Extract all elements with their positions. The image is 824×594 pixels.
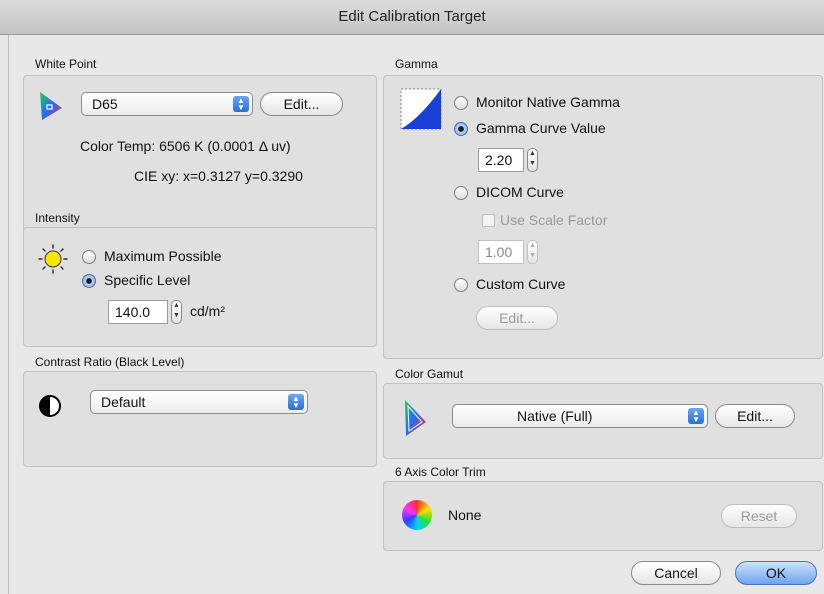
popup-arrows-icon: ▲ ▼ bbox=[688, 408, 704, 424]
dialog-body: White Point D65 ▲ ▼ Edit... Color Temp: 6… bbox=[8, 35, 824, 594]
intensity-group: Maximum Possible Specific Level 140.0 ▲ ▼… bbox=[23, 227, 377, 347]
contrast-icon bbox=[39, 395, 61, 417]
cie-xy-text: CIE xy: x=0.3127 y=0.3290 bbox=[134, 168, 303, 184]
color-temp-text: Color Temp: 6506 K (0.0001 Δ uv) bbox=[80, 138, 291, 154]
gamma-custom-radio[interactable] bbox=[454, 278, 468, 292]
white-point-value: D65 bbox=[92, 96, 118, 112]
color-trim-value: None bbox=[448, 507, 482, 523]
color-trim-reset-button[interactable]: Reset bbox=[721, 504, 797, 528]
color-gamut-edit-button[interactable]: Edit... bbox=[715, 404, 795, 428]
intensity-label: Intensity bbox=[35, 211, 80, 225]
popup-arrows-icon: ▲ ▼ bbox=[233, 96, 249, 112]
color-gamut-select[interactable]: Native (Full) ▲ ▼ bbox=[452, 404, 708, 428]
window-title: Edit Calibration Target bbox=[0, 0, 824, 35]
gamma-label: Gamma bbox=[395, 57, 438, 71]
color-trim-label: 6 Axis Color Trim bbox=[395, 465, 486, 479]
intensity-max-label: Maximum Possible bbox=[104, 248, 222, 264]
color-triangle-icon bbox=[40, 92, 62, 120]
color-gamut-group: Native (Full) ▲ ▼ Edit... bbox=[383, 383, 823, 459]
ok-button[interactable]: OK bbox=[735, 561, 817, 585]
white-point-label: White Point bbox=[35, 57, 97, 71]
cancel-button[interactable]: Cancel bbox=[631, 561, 721, 585]
gamma-custom-edit-button[interactable]: Edit... bbox=[476, 306, 558, 330]
intensity-max-radio[interactable] bbox=[82, 250, 96, 264]
white-point-group: D65 ▲ ▼ Edit... Color Temp: 6506 K (0.000… bbox=[23, 75, 377, 233]
gamma-value-field[interactable]: 2.20 bbox=[478, 148, 524, 172]
intensity-specific-radio[interactable] bbox=[82, 274, 96, 288]
color-gamut-value: Native (Full) bbox=[517, 408, 593, 424]
gamma-dicom-radio[interactable] bbox=[454, 186, 468, 200]
color-trim-group: None Reset bbox=[383, 481, 823, 551]
use-scale-factor-label: Use Scale Factor bbox=[500, 212, 608, 228]
intensity-unit: cd/m² bbox=[190, 303, 225, 319]
gamma-native-radio[interactable] bbox=[454, 96, 468, 110]
gamma-curve-value-radio[interactable] bbox=[454, 122, 468, 136]
gamma-group: Monitor Native Gamma Gamma Curve Value 2… bbox=[383, 75, 823, 359]
color-gamut-label: Color Gamut bbox=[395, 367, 464, 381]
white-point-edit-button[interactable]: Edit... bbox=[260, 92, 343, 116]
popup-arrows-icon: ▲ ▼ bbox=[288, 394, 304, 410]
gamma-dicom-label: DICOM Curve bbox=[476, 184, 564, 200]
color-wheel-icon bbox=[402, 500, 432, 530]
scale-factor-stepper[interactable]: ▲ ▼ bbox=[527, 240, 538, 264]
intensity-specific-label: Specific Level bbox=[104, 272, 191, 288]
contrast-value: Default bbox=[101, 394, 146, 410]
intensity-value-field[interactable]: 140.0 bbox=[108, 300, 168, 324]
color-gamut-icon bbox=[405, 400, 426, 436]
contrast-select[interactable]: Default ▲ ▼ bbox=[90, 390, 308, 414]
intensity-stepper[interactable]: ▲ ▼ bbox=[171, 300, 182, 324]
contrast-label: Contrast Ratio (Black Level) bbox=[35, 355, 185, 369]
use-scale-factor-checkbox[interactable] bbox=[482, 214, 495, 227]
brightness-sun-icon bbox=[38, 244, 68, 274]
gamma-native-label: Monitor Native Gamma bbox=[476, 94, 620, 110]
white-point-select[interactable]: D65 ▲ ▼ bbox=[81, 92, 253, 116]
gamma-curve-icon bbox=[400, 88, 442, 130]
scale-factor-field[interactable]: 1.00 bbox=[478, 240, 524, 264]
gamma-curve-value-label: Gamma Curve Value bbox=[476, 120, 606, 136]
contrast-group: Default ▲ ▼ bbox=[23, 371, 377, 467]
gamma-value-stepper[interactable]: ▲ ▼ bbox=[527, 148, 538, 172]
gamma-custom-label: Custom Curve bbox=[476, 276, 566, 292]
